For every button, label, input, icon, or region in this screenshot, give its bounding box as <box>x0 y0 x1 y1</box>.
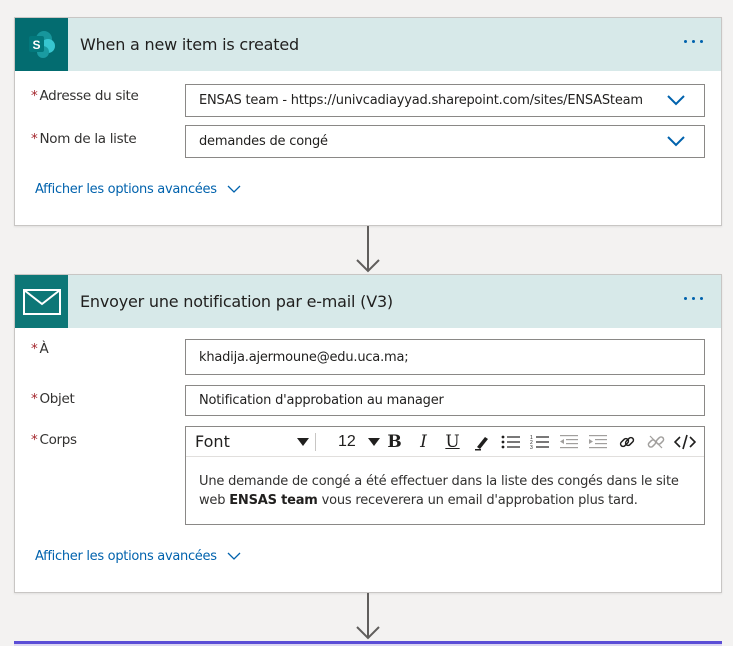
font-family-value: Font <box>195 432 230 451</box>
list-name-dropdown[interactable]: demandes de congé <box>185 125 705 158</box>
chevron-down-icon <box>227 185 241 193</box>
sharepoint-icon: S <box>15 18 68 71</box>
font-size-select[interactable]: 12 <box>330 433 380 451</box>
next-action-card[interactable] <box>14 641 722 646</box>
numbered-list-icon[interactable]: 123 <box>525 430 554 454</box>
subject-input[interactable]: Notification d'approbation au manager <box>185 385 705 416</box>
show-advanced-options-link[interactable]: Afficher les options avancées <box>35 549 241 564</box>
font-family-select[interactable]: Font <box>195 432 309 451</box>
advanced-link-text: Afficher les options avancées <box>35 182 217 197</box>
italic-icon[interactable]: I <box>409 430 438 454</box>
arrow-down-icon <box>356 259 380 273</box>
underline-icon[interactable]: U <box>438 430 467 454</box>
site-address-dropdown[interactable]: ENSAS team - https://univcadiayyad.share… <box>185 84 705 117</box>
editor-toolbar: Font 12 B I U 123 <box>186 427 704 457</box>
subject-label: * Objet <box>31 391 75 407</box>
to-label: * À <box>31 341 49 357</box>
to-input[interactable]: khadija.ajermoune@edu.uca.ma; <box>185 339 705 375</box>
body-rich-text-editor[interactable]: Font 12 B I U 123 Une demande de congé a… <box>185 426 705 525</box>
body-text-bold: ENSAS team <box>229 493 318 508</box>
chevron-down-icon <box>227 552 241 560</box>
action-card-header[interactable]: Envoyer une notification par e-mail (V3) <box>15 275 721 328</box>
body-text-part: vous receverera un email d'approbation p… <box>317 493 638 508</box>
action-more-icon[interactable] <box>680 293 707 304</box>
subject-value: Notification d'approbation au manager <box>199 393 444 408</box>
show-advanced-options-link[interactable]: Afficher les options avancées <box>35 182 241 197</box>
toolbar-divider <box>315 432 316 451</box>
list-name-label: * Nom de la liste <box>31 131 137 147</box>
body-label: * Corps <box>31 432 77 448</box>
decrease-indent-icon[interactable] <box>554 430 583 454</box>
advanced-link-text: Afficher les options avancées <box>35 549 217 564</box>
font-size-value: 12 <box>338 432 356 450</box>
action-card: Envoyer une notification par e-mail (V3)… <box>14 274 722 593</box>
chevron-down-icon[interactable] <box>666 93 686 107</box>
flow-designer-canvas: S When a new item is created * Adresse du… <box>0 0 733 646</box>
code-view-icon[interactable] <box>670 430 699 454</box>
svg-text:3: 3 <box>530 445 533 450</box>
svg-text:S: S <box>32 38 40 52</box>
caret-down-icon <box>297 437 309 446</box>
trigger-more-icon[interactable] <box>680 36 707 47</box>
site-address-label: * Adresse du site <box>31 88 139 104</box>
bold-icon[interactable]: B <box>380 430 409 454</box>
body-content[interactable]: Une demande de congé a été effectuer dan… <box>186 457 704 525</box>
link-icon[interactable] <box>612 430 641 454</box>
site-address-value: ENSAS team - https://univcadiayyad.share… <box>199 93 643 108</box>
bullet-list-icon[interactable] <box>496 430 525 454</box>
trigger-card-header[interactable]: S When a new item is created <box>15 18 721 71</box>
caret-down-icon <box>368 437 380 446</box>
unlink-icon[interactable] <box>641 430 670 454</box>
mail-icon <box>15 275 68 328</box>
arrow-down-icon <box>356 626 380 640</box>
list-name-value: demandes de congé <box>199 134 328 149</box>
highlight-icon[interactable] <box>467 430 496 454</box>
chevron-down-icon[interactable] <box>666 134 686 148</box>
trigger-title: When a new item is created <box>80 35 299 54</box>
increase-indent-icon[interactable] <box>583 430 612 454</box>
trigger-card: S When a new item is created * Adresse du… <box>14 17 722 226</box>
to-value: khadija.ajermoune@edu.uca.ma; <box>199 349 409 365</box>
action-title: Envoyer une notification par e-mail (V3) <box>80 292 393 311</box>
